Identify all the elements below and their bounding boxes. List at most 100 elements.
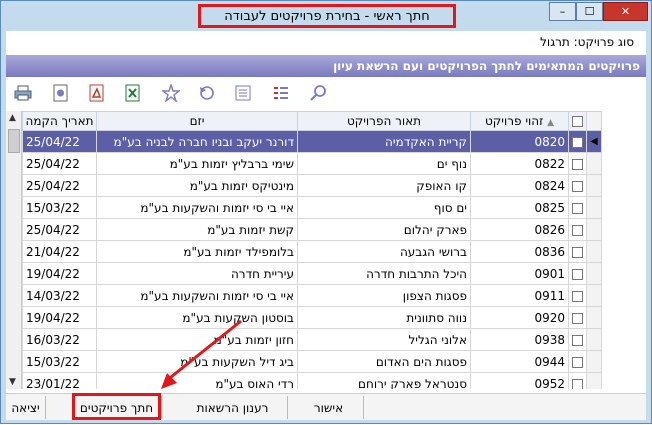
cell-developer: חזון יזמות בע"מ	[96, 328, 298, 351]
col-date-header[interactable]: תאריך הקמה	[22, 111, 97, 131]
project-type-label: סוג פרויקט: תרגול	[540, 35, 634, 49]
checkbox-icon	[572, 180, 583, 192]
row-checkbox[interactable]	[568, 372, 587, 389]
cell-date: 19/04/22	[22, 306, 97, 329]
vertical-scrollbar[interactable]: ▲ ▼	[6, 111, 22, 389]
table-row[interactable]: 19/04/22 עיריית חדרה היכל התרבות חדרה 0901	[22, 262, 602, 285]
table-row[interactable]: 15/03/22 ביג דיל השקעות בע"מ פסגות הים האד…	[22, 350, 602, 373]
print-icon[interactable]	[12, 82, 34, 104]
title-bar: חתך ראשי - בחירת פרויקטים לעבודה – ☐ ✕	[1, 1, 651, 31]
minimize-button[interactable]: –	[549, 2, 576, 21]
maximize-button[interactable]: ☐	[576, 2, 603, 21]
checkbox-icon	[572, 334, 583, 346]
col-developer-header[interactable]: יזם	[96, 111, 298, 131]
table-row[interactable]: 23/01/22 רדי האוס בע"מ סנטראל פארק ירוחם 09…	[22, 372, 602, 389]
row-checkbox[interactable]	[568, 262, 587, 285]
cell-date: 15/03/22	[22, 350, 97, 373]
cell-date: 16/03/22	[22, 328, 97, 351]
main-window: חתך ראשי - בחירת פרויקטים לעבודה – ☐ ✕ ס…	[0, 0, 652, 424]
table-row[interactable]: 14/03/22 איי בי סי יזמות והשקעות בע"מ פסגו…	[22, 284, 602, 307]
projects-table: תאריך הקמה יזם תאור הפרויקט זהוי פרויקט …	[22, 111, 602, 389]
row-checkbox[interactable]	[568, 196, 587, 219]
star-icon[interactable]	[160, 82, 182, 104]
row-checkbox[interactable]	[568, 328, 587, 351]
excel-icon[interactable]	[122, 82, 144, 104]
row-marker	[586, 284, 602, 307]
pdf-icon[interactable]	[86, 82, 108, 104]
cell-developer: בוסטון השקעות בע"מ	[96, 306, 298, 329]
cell-description: פסגות הים האדום	[297, 350, 471, 373]
cell-date: 23/01/22	[22, 372, 97, 389]
sort-asc-icon: ▲	[547, 118, 555, 128]
table-row[interactable]: 25/04/22 דורנר יעקב ובניו חברה לבניה בע"מ…	[22, 130, 602, 153]
col-number-header[interactable]: זהוי פרויקט ▲	[470, 111, 569, 131]
row-marker	[586, 152, 602, 175]
row-checkbox[interactable]	[568, 350, 587, 373]
cell-developer: מינטיקס יזמות בע"מ	[96, 174, 298, 197]
refresh-permissions-button[interactable]: רענון הרשאות	[178, 396, 288, 419]
cell-date: 25/04/22	[22, 130, 97, 153]
checkbox-icon	[572, 202, 583, 214]
cell-date: 14/03/22	[22, 284, 97, 307]
row-checkbox[interactable]	[568, 284, 587, 307]
cell-date: 25/04/22	[22, 152, 97, 175]
search-icon[interactable]	[308, 82, 330, 104]
checkbox-icon	[572, 356, 583, 368]
projects-grid: ▲ ▼ תאריך הקמה יזם תאור הפרויקט זהוי פרו…	[6, 111, 646, 389]
table-row[interactable]: 19/04/22 בוסטון השקעות בע"מ נווה סתוונית 09…	[22, 306, 602, 329]
cell-description: אלוני הגליל	[297, 328, 471, 351]
scroll-down-icon[interactable]: ▼	[9, 377, 16, 387]
cell-number: 0824	[470, 174, 569, 197]
cell-developer: איי בי סי יזמות והשקעות בע"מ	[96, 196, 298, 219]
client-area: סוג פרויקט: תרגול פרויקטים המתאימים לחתך…	[6, 31, 646, 420]
scroll-thumb[interactable]	[8, 129, 20, 153]
checkbox-icon	[572, 224, 583, 236]
checkbox-icon	[572, 290, 583, 302]
close-button[interactable]: ✕	[603, 2, 648, 21]
row-marker	[586, 218, 602, 241]
row-pointer-icon: ◀	[590, 136, 598, 147]
row-marker	[586, 262, 602, 285]
cell-number: 0836	[470, 240, 569, 263]
cell-number: 0820	[470, 130, 569, 153]
row-marker	[586, 306, 602, 329]
cell-number: 0825	[470, 196, 569, 219]
columns-icon[interactable]	[232, 82, 254, 104]
cell-description: פארק יהלום	[297, 218, 471, 241]
table-row[interactable]: 15/03/22 איי בי סי יזמות והשקעות בע"מ ים ס…	[22, 196, 602, 219]
checkbox-icon	[572, 268, 583, 280]
cell-description: סנטראל פארק ירוחם	[297, 372, 471, 389]
exit-button[interactable]: יציאה	[6, 396, 46, 419]
ok-button[interactable]: אישור	[294, 396, 364, 419]
row-checkbox[interactable]	[568, 306, 587, 329]
cell-number: 0944	[470, 350, 569, 373]
table-row[interactable]: 25/04/22 מינטיקס יזמות בע"מ קו האופק 0824	[22, 174, 602, 197]
cell-description: פסגות הצפון	[297, 284, 471, 307]
refresh-icon[interactable]	[196, 82, 218, 104]
cell-description: קריית האקדמיה	[297, 130, 471, 153]
table-row[interactable]: 16/03/22 חזון יזמות בע"מ אלוני הגליל 0938	[22, 328, 602, 351]
table-row[interactable]: 21/04/22 בלומפילד יזמות בע"מ ברושי הגבעה 08…	[22, 240, 602, 263]
select-all-checkbox[interactable]	[568, 111, 587, 131]
cell-date: 21/04/22	[22, 240, 97, 263]
table-row[interactable]: 25/04/22 קשת יזמות בע"מ פארק יהלום 0826	[22, 218, 602, 241]
col-description-header[interactable]: תאור הפרויקט	[297, 111, 471, 131]
row-checkbox[interactable]	[568, 174, 587, 197]
row-checkbox[interactable]	[568, 130, 587, 153]
scroll-up-icon[interactable]: ▲	[9, 113, 16, 123]
row-checkbox[interactable]	[568, 218, 587, 241]
cell-developer: עיריית חדרה	[96, 262, 298, 285]
cell-description: קו האופק	[297, 174, 471, 197]
cell-developer: שימי ברבליץ יזמות בע"מ	[96, 152, 298, 175]
list-filter-icon[interactable]	[270, 82, 292, 104]
row-marker	[586, 240, 602, 263]
checkbox-icon	[572, 158, 583, 170]
row-marker-header	[586, 111, 602, 131]
row-checkbox[interactable]	[568, 152, 587, 175]
table-row[interactable]: 25/04/22 שימי ברבליץ יזמות בע"מ נוף ים 0822	[22, 152, 602, 175]
cell-date: 25/04/22	[22, 174, 97, 197]
cell-date: 19/04/22	[22, 262, 97, 285]
preview-icon[interactable]	[50, 82, 72, 104]
row-checkbox[interactable]	[568, 240, 587, 263]
cell-description: ברושי הגבעה	[297, 240, 471, 263]
